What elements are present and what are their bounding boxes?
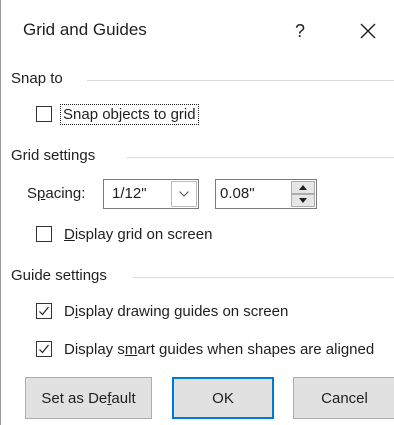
snap-objects-to-grid-row[interactable]: Snap objects to grid: [36, 102, 199, 126]
cancel-button[interactable]: Cancel: [293, 377, 394, 419]
dialog-title: Grid and Guides: [23, 20, 147, 39]
snap-to-heading: Snap to: [11, 70, 63, 87]
chevron-down-icon: [179, 191, 189, 197]
help-button[interactable]: ?: [285, 14, 315, 48]
grid-settings-divider: [127, 157, 394, 158]
display-drawing-guides-checkbox[interactable]: [36, 303, 52, 319]
ok-button[interactable]: OK: [172, 377, 274, 419]
spacing-label: Spacing:: [27, 185, 86, 202]
display-grid-row[interactable]: Display grid on screen: [36, 222, 212, 246]
spacing-value-spinner[interactable]: 0.08": [215, 179, 317, 209]
snap-objects-to-grid-label[interactable]: Snap objects to grid: [60, 103, 199, 125]
spacing-decrement-button[interactable]: [291, 194, 315, 207]
grid-settings-heading: Grid settings: [11, 147, 96, 164]
spacing-increment-button[interactable]: [291, 181, 315, 194]
display-smart-guides-row[interactable]: Display smart guides when shapes are ali…: [36, 337, 374, 361]
spacing-preset-dropdown-button[interactable]: [171, 181, 197, 207]
display-drawing-guides-label[interactable]: Display drawing guides on screen: [64, 303, 288, 320]
title-bar: Grid and Guides ?: [1, 0, 394, 62]
triangle-down-icon: [299, 198, 307, 203]
display-grid-label[interactable]: Display grid on screen: [64, 226, 212, 243]
set-as-default-button[interactable]: Set as De f ault: [25, 377, 152, 419]
spacing-preset-value: 1/12": [112, 185, 147, 202]
triangle-up-icon: [299, 185, 307, 190]
checkmark-icon: [39, 344, 49, 354]
spacing-preset-combo[interactable]: 1/12": [103, 179, 199, 209]
close-button[interactable]: [349, 14, 387, 48]
help-icon: ?: [294, 20, 305, 41]
display-drawing-guides-row[interactable]: Display drawing guides on screen: [36, 299, 288, 323]
guide-settings-heading: Guide settings: [11, 267, 107, 284]
spacing-value-input[interactable]: 0.08": [220, 185, 255, 202]
grid-and-guides-dialog: Grid and Guides ? Snap to Snap objects t…: [0, 0, 394, 425]
spacing-spin-buttons: [291, 181, 315, 207]
display-grid-checkbox[interactable]: [36, 226, 52, 242]
display-smart-guides-label[interactable]: Display smart guides when shapes are ali…: [64, 341, 374, 358]
checkmark-icon: [39, 306, 49, 316]
guide-settings-divider: [133, 277, 394, 278]
display-smart-guides-checkbox[interactable]: [36, 341, 52, 357]
snap-objects-to-grid-checkbox[interactable]: [36, 106, 52, 122]
close-icon: [360, 23, 376, 39]
snap-to-divider: [87, 80, 394, 81]
